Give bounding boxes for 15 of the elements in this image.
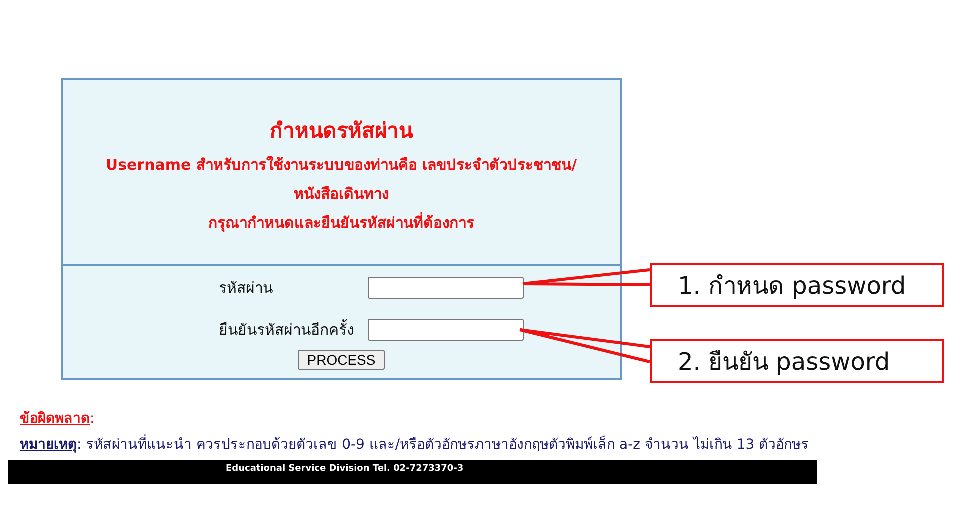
instruction-text: Username สำหรับการใช้งานระบบของท่านคือ เลขประจำตัวประชาชน/ bbox=[106, 155, 578, 176]
field-label: รหัสผ่าน bbox=[219, 278, 274, 299]
error-text: ข้อผิดพลาด: bbox=[20, 410, 96, 429]
callout-box: 2. ยืนยัน password bbox=[650, 339, 944, 383]
footer-text: Educational Service Division Tel. 02-7273370-3 bbox=[225, 463, 465, 474]
panel-title: กำหนดรหัสผ่าน bbox=[270, 118, 413, 145]
password-field[interactable] bbox=[368, 277, 524, 299]
note-text: หมายเหตุ: รหัสผ่านที่แนะนำ ควรประกอบด้วยตัวเลข 0-9 และ/หรือตัวอักษรภาษาอังกฤษตัวพิมพ์เล็ก a-z จำนวน ไม่เกิน 13 ตัวอักษร bbox=[0, 432, 812, 458]
field-label: ยืนยันรหัสผ่านอีกครั้ง bbox=[219, 318, 354, 341]
error-link[interactable]: ข้อผิดพลาด bbox=[20, 411, 90, 427]
instruction-text: หนังสือเดินทาง bbox=[294, 184, 389, 205]
instruction-text: กรุณากำหนดและยืนยันรหัสผ่านที่ต้องการ bbox=[208, 211, 474, 234]
process-button[interactable]: PROCESS bbox=[298, 350, 385, 370]
callout-box: 1. กำหนด password bbox=[650, 263, 944, 307]
password-field[interactable] bbox=[368, 319, 524, 341]
